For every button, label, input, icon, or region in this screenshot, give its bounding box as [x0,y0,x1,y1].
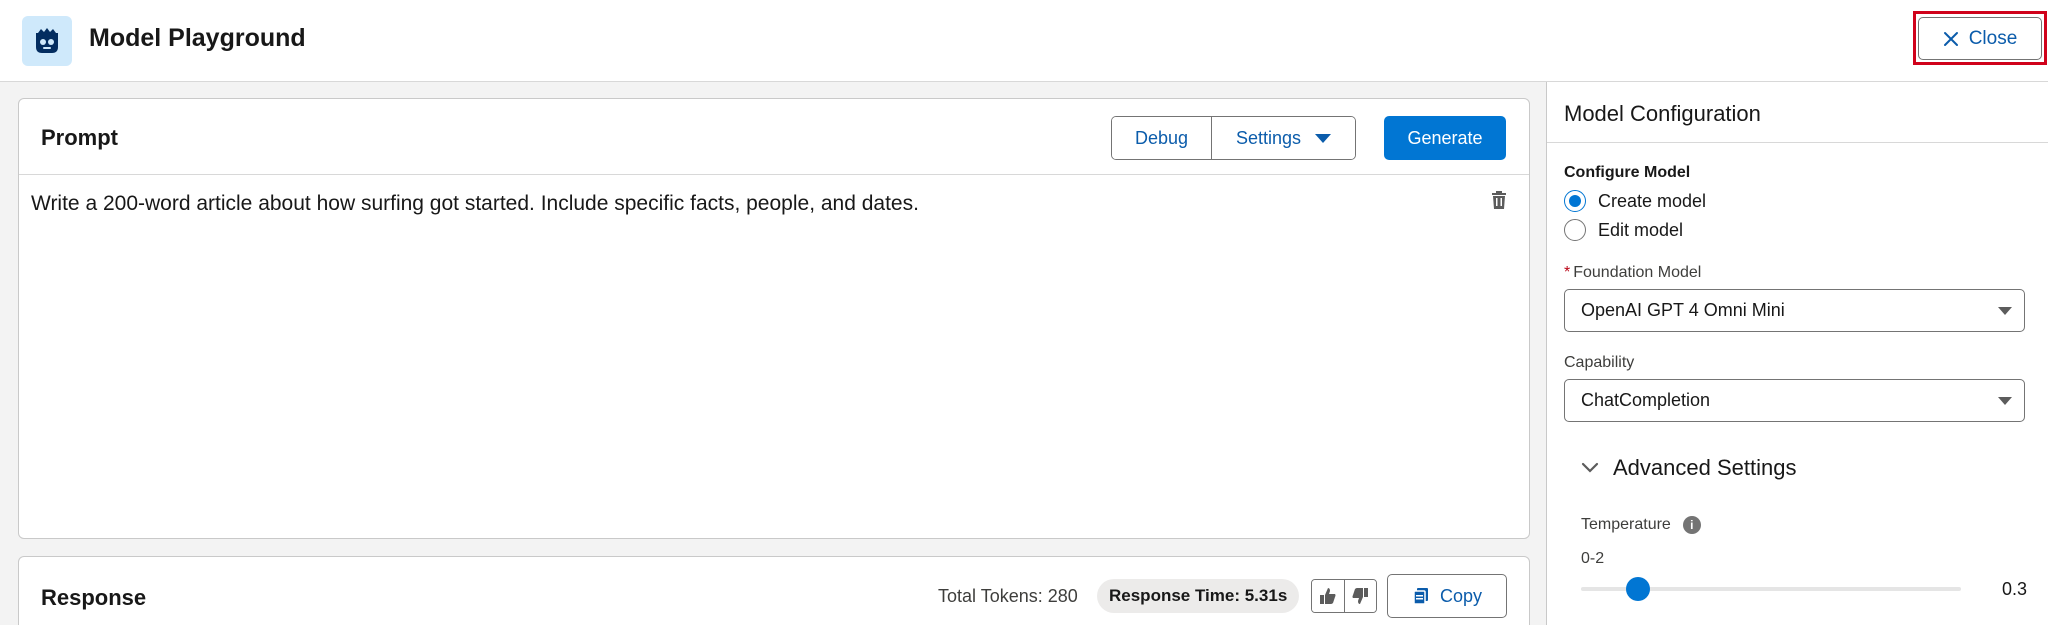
close-button[interactable]: Close [1918,17,2042,60]
feedback-buttons [1311,579,1377,613]
temperature-row: Temperature i [1581,516,1701,534]
prompt-title: Prompt [41,125,118,150]
prompt-textarea[interactable]: Write a 200-word article about how surfi… [31,192,919,216]
response-title: Response [41,585,147,610]
header-bar: Model Playground Close [0,0,2048,82]
prompt-button-group: Debug Settings [1111,116,1356,160]
settings-label: Settings [1235,127,1302,148]
response-card: Response Total Tokens: 280 Response Time… [18,556,1530,625]
chevron-down-icon [1998,397,2012,405]
prompt-card: Prompt Debug Settings Generate Write a 2… [18,98,1530,539]
einstein-icon [22,16,72,66]
temperature-label: Temperature [1581,516,1671,533]
temperature-slider-thumb[interactable] [1626,577,1650,601]
caret-down-icon [1315,133,1332,143]
config-title: Model Configuration [1564,101,1761,126]
temperature-range: 0-2 [1581,550,1605,567]
trash-icon[interactable] [1488,189,1510,211]
capability-label: Capability [1564,354,1635,371]
copy-label: Copy [1439,585,1483,606]
debug-button[interactable]: Debug [1112,117,1212,159]
config-header: Model Configuration [1547,82,2048,143]
capability-select[interactable]: ChatCompletion [1564,379,2025,422]
radio-create-model[interactable]: Create model [1564,190,1706,212]
prompt-header: Prompt Debug Settings Generate [19,99,1529,175]
foundation-model-value: OpenAI GPT 4 Omni Mini [1581,300,1785,320]
copy-button[interactable]: Copy [1387,574,1507,618]
advanced-settings-toggle[interactable]: Advanced Settings [1581,455,1796,481]
chevron-down-icon [1581,462,1599,473]
response-time-badge: Response Time: 5.31s [1097,579,1300,613]
configure-model-label: Configure Model [1564,164,1691,181]
info-icon[interactable]: i [1682,516,1701,534]
temperature-value: 0.3 [2002,579,2028,599]
radio-create-label: Create model [1598,190,1707,211]
foundation-model-label: * Foundation Model [1564,264,1701,282]
thumbs-down-icon[interactable] [1343,580,1376,612]
radio-unchecked-icon[interactable] [1564,219,1586,241]
radio-checked-icon[interactable] [1564,190,1586,212]
radio-edit-label: Edit model [1598,219,1684,240]
foundation-model-select[interactable]: OpenAI GPT 4 Omni Mini [1564,289,2025,332]
thumbs-up-icon[interactable] [1312,580,1344,612]
close-icon [1943,31,1958,46]
generate-button[interactable]: Generate [1384,116,1506,160]
copy-icon [1413,588,1428,605]
capability-value: ChatCompletion [1581,390,1711,410]
model-configuration-panel: Model Configuration Configure Model Crea… [1546,82,2048,625]
page-title: Model Playground [89,24,306,52]
close-button-label: Close [1968,27,2018,49]
radio-edit-model[interactable]: Edit model [1564,219,1683,241]
foundation-model-label-text: Foundation Model [1573,264,1702,281]
chevron-down-icon [1998,307,2012,315]
settings-dropdown-button[interactable]: Settings [1212,117,1355,159]
total-tokens: Total Tokens: 280 [938,586,1078,606]
required-asterisk: * [1564,264,1571,281]
advanced-settings-label: Advanced Settings [1613,455,1797,480]
